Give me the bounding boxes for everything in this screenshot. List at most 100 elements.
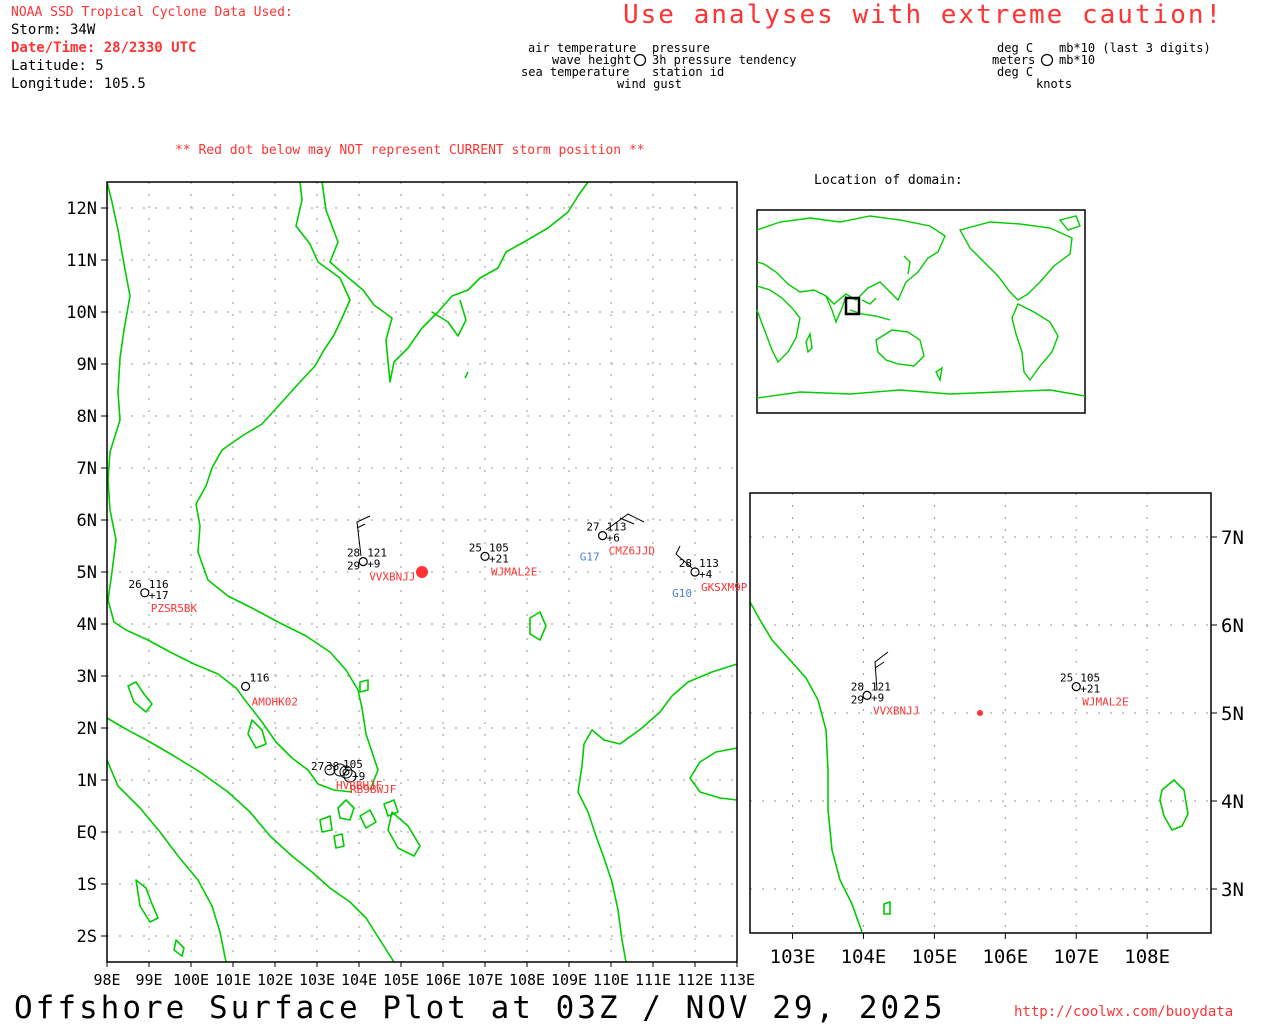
zoom-lon-label: 105E	[912, 946, 958, 968]
lon-label: 98E	[93, 971, 120, 989]
zoom-lon-label: 108E	[1124, 946, 1170, 968]
station-gust: G17	[580, 551, 600, 564]
station-plot[interactable]: 25 105+21WJMAL2E	[469, 541, 538, 578]
station-tendency: +4	[699, 568, 713, 581]
zoom-lon-label: 107E	[1053, 946, 1099, 968]
station-id: PZSR5BK	[151, 602, 198, 615]
lat-label: 4N	[77, 615, 97, 635]
zoom-lon-labels: 103E 104E 105E 106E 107E 108E	[770, 933, 1170, 968]
main-lat-labels: 12N 11N 10N 9N 8N 7N 6N 5N 4N 3N 2N 1N EQ 1S 2S	[66, 199, 107, 947]
lon-label: 106E	[425, 971, 461, 989]
lon-label: 100E	[173, 971, 209, 989]
zoom-lat-label: 6N	[1221, 615, 1244, 637]
station-pressure: 116	[250, 671, 270, 684]
zoom-lat-label: 5N	[1221, 703, 1244, 725]
zoom-station-air-temp: 25	[1060, 672, 1073, 685]
station-circle	[140, 588, 150, 598]
lat-label: 11N	[66, 251, 97, 271]
zoom-lon-label: 104E	[841, 946, 887, 968]
station-id: GKSXM9P	[701, 581, 748, 594]
lon-label: 101E	[215, 971, 251, 989]
storm-position-dot	[416, 566, 428, 578]
plot-title: Offshore Surface Plot at 03Z / NOV 29, 2…	[14, 990, 946, 1026]
lon-label: 107E	[467, 971, 503, 989]
lon-label: 99E	[135, 971, 162, 989]
zoom-station-plot[interactable]: 25 105+21WJMAL2E	[1060, 672, 1129, 709]
station-cluster-singapore: 27 38 105 +9 HVRBHJF RB9BWJF	[311, 758, 396, 796]
station-circle	[358, 556, 368, 567]
zoom-station-circle	[862, 690, 872, 701]
station-tendency: +6	[607, 532, 620, 545]
main-map: 12N 11N 10N 9N 8N 7N 6N 5N 4N 3N 2N 1N EQ 1S 2S 98E 99E…	[66, 181, 755, 989]
source-url-link[interactable]: http://coolwx.com/buoydata	[1014, 1004, 1233, 1020]
zoom-station-plot[interactable]: 28 121+929VVXBNJJ	[851, 680, 920, 717]
station-gust: G10	[672, 587, 692, 600]
lon-label: 112E	[677, 971, 713, 989]
zoom-lon-label: 103E	[770, 946, 816, 968]
lat-label: 1N	[77, 771, 97, 791]
station-id: AMOHK02	[252, 695, 298, 708]
station-tendency: +21	[489, 552, 509, 565]
lon-label: 108E	[509, 971, 545, 989]
station-plots: 28 121+929VVXBNJJ25 105+21WJMAL2E27 113+6G1…	[129, 521, 748, 709]
lon-label: 105E	[383, 971, 419, 989]
zoom-station-tendency: +21	[1080, 683, 1100, 696]
main-lon-labels: 98E 99E 100E 101E 102E 103E 104E 105E 106E 107E 10…	[93, 962, 755, 989]
lon-label: 102E	[257, 971, 293, 989]
zoom-station-tendency: +9	[871, 691, 884, 704]
lat-label: 12N	[66, 199, 97, 219]
zoom-lat-label: 3N	[1221, 879, 1244, 901]
lon-label: 104E	[341, 971, 377, 989]
station-air-temp: 27	[586, 521, 599, 534]
zoom-station-sea-temp: 29	[851, 693, 864, 706]
zoom-station-id: VVXBNJJ	[873, 704, 919, 717]
lon-label: 113E	[719, 971, 755, 989]
station-id: CMZ6JJD	[609, 545, 655, 558]
lon-label: 111E	[635, 971, 671, 989]
svg-text:38: 38	[326, 760, 339, 773]
station-circle	[597, 530, 608, 541]
station-air-temp: 28	[347, 547, 360, 560]
lat-label: 8N	[77, 407, 97, 427]
station-air-temp: 26	[129, 578, 142, 591]
station-plot[interactable]: 28 121+929VVXBNJJ	[347, 547, 416, 584]
legend-units-circle	[1040, 53, 1054, 67]
zoom-lon-label: 106E	[982, 946, 1028, 968]
zoom-lat-label: 4N	[1221, 791, 1244, 813]
station-sea-temp: 29	[347, 560, 360, 573]
zoom-lat-labels: 7N 6N 5N 4N 3N	[1211, 527, 1244, 901]
station-plot[interactable]: 116 AMOHK02	[241, 671, 298, 708]
zoom-storm-dot	[977, 710, 983, 716]
station-plot[interactable]: 26 116+17PZSR5BK	[129, 578, 198, 615]
cluster-air-temp: 27	[311, 760, 324, 773]
legend-station-circle	[633, 53, 647, 67]
lat-label: 3N	[77, 667, 97, 687]
lat-label: 1S	[77, 875, 97, 895]
station-plot[interactable]: 27 113+6G17 CMZ6JJD	[580, 521, 655, 564]
lat-label: 7N	[77, 459, 97, 479]
station-air-temp: 28	[679, 557, 692, 570]
station-tendency: +9	[367, 558, 380, 571]
lat-label: 5N	[77, 563, 97, 583]
station-circle	[241, 681, 251, 692]
zoom-station-plots: 28 121+929VVXBNJJ25 105+21WJMAL2E	[851, 672, 1129, 718]
lat-label: 2S	[77, 927, 97, 947]
lat-label: EQ	[77, 823, 97, 843]
station-id: WJMAL2E	[491, 565, 537, 578]
station-id: VVXBNJJ	[369, 571, 415, 584]
inset-world-map	[756, 209, 1086, 414]
lat-label: 10N	[66, 303, 97, 323]
station-tendency: +17	[149, 589, 169, 602]
zoom-lat-label: 7N	[1221, 527, 1244, 549]
zoom-station-air-temp: 28	[851, 680, 864, 693]
lat-label: 6N	[77, 511, 97, 531]
zoom-coastlines	[749, 601, 1189, 933]
lat-label: 9N	[77, 355, 97, 375]
inset-frame	[756, 209, 1086, 414]
map-canvas: 12N 11N 10N 9N 8N 7N 6N 5N 4N 3N 2N 1N EQ 1S 2S 98E 99E…	[66, 53, 1244, 989]
lon-label: 110E	[593, 971, 629, 989]
lon-label: 103E	[299, 971, 335, 989]
svg-text:RB9BWJF: RB9BWJF	[350, 783, 396, 796]
station-circle	[480, 551, 490, 562]
lon-label: 109E	[551, 971, 587, 989]
